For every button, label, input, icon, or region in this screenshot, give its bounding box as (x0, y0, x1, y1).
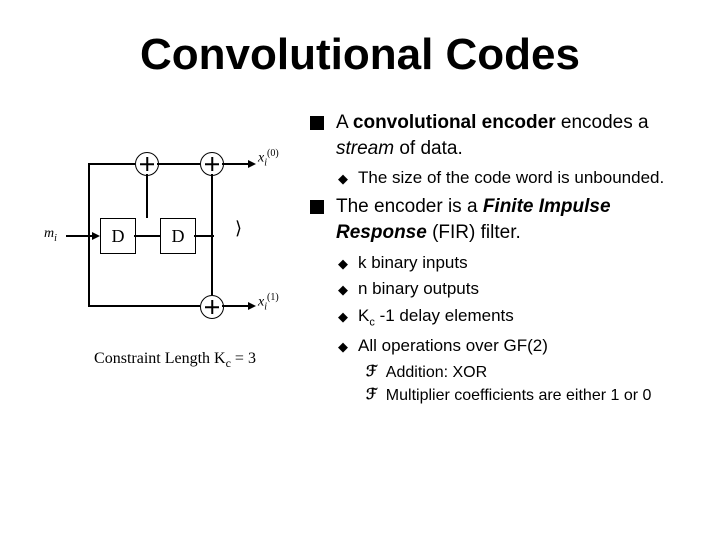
bullet-level3: ℱ Multiplier coefficients are either 1 o… (366, 385, 680, 407)
bullet-level1: A convolutional encoder encodes a stream… (310, 110, 680, 161)
diamond-bullet-icon: ◆ (338, 170, 348, 190)
wire (211, 174, 213, 235)
square-bullet-icon (310, 116, 324, 130)
square-bullet-icon (310, 200, 324, 214)
wire (134, 235, 160, 237)
delay-box-1: D (100, 218, 136, 254)
output-0-label: xi(0) (258, 148, 279, 168)
diamond-bullet-icon: ◆ (338, 255, 348, 275)
bullet-level2: ◆ The size of the code word is unbounded… (338, 167, 680, 190)
brace-icon: ⟩ (235, 218, 242, 239)
wire (222, 305, 250, 307)
wire (211, 235, 213, 295)
diamond-bullet-icon: ◆ (338, 281, 348, 301)
adder-icon (135, 152, 159, 176)
wire (157, 163, 200, 165)
arrow (248, 160, 256, 168)
wire (88, 163, 90, 235)
adder-icon (200, 152, 224, 176)
diamond-bullet-icon: ◆ (338, 308, 348, 330)
bullet-level2: ◆ All operations over GF(2) (338, 335, 680, 358)
wire (88, 305, 200, 307)
output-1-label: xi(1) (258, 292, 279, 312)
bullet-level2: ◆ Kc -1 delay elements (338, 305, 680, 330)
diagram-column: mi D D (40, 110, 310, 371)
encoder-diagram: mi D D (40, 140, 300, 340)
delay-box-2: D (160, 218, 196, 254)
wire (88, 235, 90, 306)
script-bullet-icon: ℱ (366, 385, 378, 407)
script-bullet-icon: ℱ (366, 362, 378, 384)
bullet-level2: ◆ k binary inputs (338, 252, 680, 275)
slide-title: Convolutional Codes (40, 30, 680, 80)
input-label: mi (44, 226, 57, 244)
wire (146, 174, 148, 218)
diamond-bullet-icon: ◆ (338, 338, 348, 358)
text-column: A convolutional encoder encodes a stream… (310, 110, 680, 409)
constraint-length-label: Constraint Length Kc = 3 (40, 350, 310, 371)
wire (88, 163, 135, 165)
bullet-level3: ℱ Addition: XOR (366, 362, 680, 384)
arrow (248, 302, 256, 310)
arrow (92, 232, 100, 240)
bullet-level2: ◆ n binary outputs (338, 278, 680, 301)
adder-icon (200, 295, 224, 319)
wire (222, 163, 250, 165)
content-row: mi D D (40, 110, 680, 409)
bullet-level1: The encoder is a Finite Impulse Response… (310, 194, 680, 245)
